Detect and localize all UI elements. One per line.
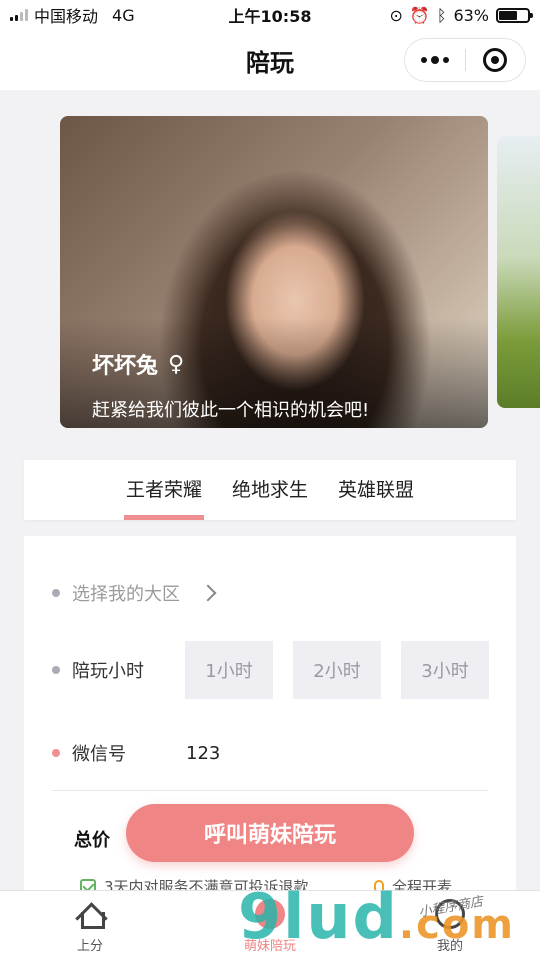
miniprogram-capsule (404, 38, 526, 82)
tab-yingxionglianmeng[interactable]: 英雄联盟 (338, 460, 414, 520)
profile-banner[interactable]: 坏坏兔 ♀ 赶紧给我们彼此一个相识的机会吧! (60, 116, 488, 428)
more-dots-icon (420, 56, 449, 64)
target-icon (483, 48, 508, 72)
carrier-name: 中国移动 (34, 7, 99, 26)
call-companion-button[interactable]: 呼叫萌妹陪玩 (126, 804, 414, 862)
tab-bar-label: 上分 (76, 939, 103, 954)
alarm-icon: ⏰ (409, 5, 430, 25)
companion-name: 坏坏兔 ♀ (92, 348, 184, 380)
companion-slogan: 赶紧给我们彼此一个相识的机会吧! (92, 400, 370, 421)
companion-name-text: 坏坏兔 (92, 354, 159, 379)
female-icon: ♀ (168, 351, 185, 377)
signal-icon (10, 9, 28, 21)
watermark-text: 9lud (238, 880, 399, 953)
battery-fill (499, 10, 517, 20)
network-type: 4G (112, 5, 135, 25)
wechat-row: 微信号 123 (24, 740, 516, 766)
total-price-label: 总价 (74, 830, 110, 851)
clock: 上午10:58 (228, 7, 312, 26)
bluetooth-icon: ᛒ (436, 5, 447, 25)
required-dot (52, 749, 60, 757)
status-bar: 中国移动 4G 上午10:58 ⊙ ⏰ ᛒ 63% (0, 0, 540, 30)
hour-option-2[interactable]: 2小时 (293, 641, 381, 699)
hours-label: 陪玩小时 (72, 661, 144, 682)
wechat-input[interactable]: 123 (186, 743, 220, 764)
bullet-dot (52, 589, 60, 597)
tab-juediqiusheng[interactable]: 绝地求生 (232, 460, 308, 520)
page-title: 陪玩 (246, 48, 294, 77)
next-banner-slide[interactable] (497, 136, 540, 408)
divider (52, 790, 488, 791)
battery-icon (496, 7, 533, 23)
more-button[interactable] (405, 39, 465, 81)
region-selector[interactable]: 选择我的大区 (24, 580, 516, 606)
game-tabs: 王者荣耀 绝地求生 英雄联盟 (24, 460, 516, 520)
bullet-dot (52, 666, 60, 674)
nav-bar: 陪玩 (0, 30, 540, 90)
chevron-right-icon (199, 584, 217, 602)
hour-option-3[interactable]: 3小时 (401, 641, 489, 699)
battery-percent: 63% (453, 5, 489, 25)
hour-option-1[interactable]: 1小时 (185, 641, 273, 699)
rotation-lock-icon: ⊙ (389, 5, 403, 25)
tab-bar-rank[interactable]: 上分 (0, 891, 180, 960)
tab-wangzherongyao[interactable]: 王者荣耀 (123, 460, 205, 520)
hours-row: 陪玩小时 1小时 2小时 3小时 (24, 641, 516, 699)
close-miniprogram-button[interactable] (466, 39, 526, 81)
home-icon (75, 899, 105, 929)
region-placeholder: 选择我的大区 (72, 584, 180, 605)
wechat-label: 微信号 (72, 744, 126, 765)
